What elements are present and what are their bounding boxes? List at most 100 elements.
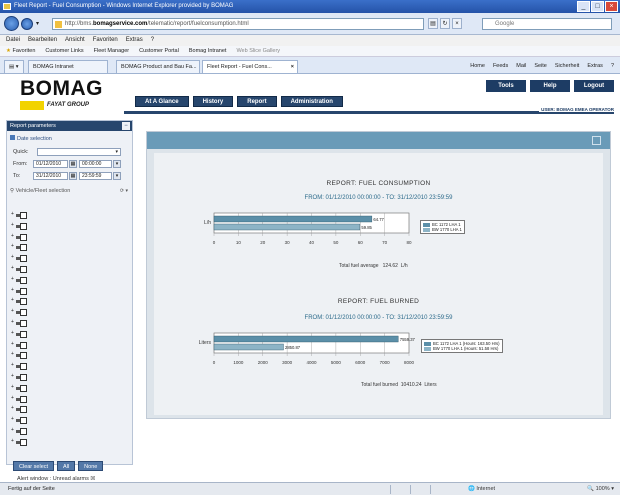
cmd-extras[interactable]: Extras: [587, 60, 603, 72]
expand-icon[interactable]: +: [11, 438, 14, 444]
vehicle-checkbox-icon[interactable]: [16, 406, 27, 414]
from-date-field[interactable]: 01/12/2010: [33, 160, 68, 168]
tab-fleet-report[interactable]: Fleet Report - Fuel Cons... ×: [202, 60, 298, 73]
vehicle-row[interactable]: +: [11, 351, 31, 360]
vehicle-row[interactable]: +: [11, 243, 31, 252]
close-button[interactable]: ×: [605, 1, 618, 12]
vehicle-checkbox-icon[interactable]: [16, 233, 27, 241]
favorites-button[interactable]: ★ Favoriten: [6, 46, 35, 56]
to-time-dropdown[interactable]: ▾: [113, 172, 121, 180]
vehicle-row[interactable]: +: [11, 222, 31, 230]
vehicle-checkbox-icon[interactable]: [16, 438, 27, 446]
expand-icon[interactable]: +: [11, 362, 14, 368]
vehicle-checkbox-icon[interactable]: [16, 341, 27, 349]
zoom-level[interactable]: 🔍 100% ▾: [587, 483, 614, 495]
vehicle-row[interactable]: +: [11, 427, 31, 435]
vehicle-row[interactable]: +: [11, 319, 31, 327]
expand-icon[interactable]: +: [11, 319, 14, 325]
vehicle-row[interactable]: +: [11, 438, 31, 446]
close-tab-icon[interactable]: ×: [291, 61, 294, 73]
refresh-icon[interactable]: ⟳ ▾: [120, 188, 128, 194]
cmd-seite[interactable]: Seite: [534, 60, 547, 72]
refresh-icon[interactable]: ↻: [440, 18, 450, 29]
dropdown-icon[interactable]: ▾: [36, 20, 39, 27]
expand-icon[interactable]: +: [11, 243, 14, 249]
from-time-dropdown[interactable]: ▾: [113, 160, 121, 168]
minimize-button[interactable]: _: [577, 1, 590, 12]
expand-icon[interactable]: +: [11, 373, 14, 379]
vehicle-row[interactable]: +: [11, 308, 31, 317]
expand-icon[interactable]: +: [11, 351, 14, 357]
expand-icon[interactable]: +: [11, 211, 14, 217]
vehicle-checkbox-icon[interactable]: [16, 395, 27, 403]
nav-at-a-glance[interactable]: At A Glance: [135, 96, 189, 107]
nav-history[interactable]: History: [192, 96, 234, 107]
menu-extras[interactable]: Extras: [126, 35, 143, 46]
expand-icon[interactable]: +: [11, 233, 14, 239]
none-button[interactable]: None: [78, 461, 104, 471]
vehicle-checkbox-icon[interactable]: [16, 384, 27, 392]
cmd-home[interactable]: Home: [470, 60, 485, 72]
vehicle-checkbox-icon[interactable]: [16, 244, 27, 252]
from-time-field[interactable]: 00:00:00: [79, 160, 112, 168]
vehicle-checkbox-icon[interactable]: [16, 374, 27, 381]
vehicle-row[interactable]: +: [11, 254, 31, 263]
expand-icon[interactable]: +: [11, 276, 14, 282]
clear-select-button[interactable]: Clear select: [13, 461, 55, 471]
fav-link-3[interactable]: Customer Portal: [139, 46, 179, 56]
vehicle-row[interactable]: +: [11, 373, 31, 381]
nav-report[interactable]: Report: [237, 96, 277, 107]
fav-link-1[interactable]: Customer Links: [45, 46, 83, 56]
tab-product[interactable]: BOMAG Product and Bau Fa...: [116, 60, 200, 73]
fav-link-2[interactable]: Fleet Manager: [94, 46, 129, 56]
vehicle-row[interactable]: +: [11, 384, 31, 392]
vehicle-checkbox-icon[interactable]: [16, 352, 27, 360]
tab-list-button[interactable]: ▤ ▾: [4, 60, 24, 73]
vehicle-checkbox-icon[interactable]: [16, 222, 27, 230]
expand-icon[interactable]: +: [11, 265, 14, 271]
vehicle-row[interactable]: +: [11, 276, 31, 284]
url-field[interactable]: http://bms.bomagservice.com/telematic/re…: [52, 18, 424, 30]
tools-button[interactable]: Tools: [486, 80, 526, 92]
cmd-sicherheit[interactable]: Sicherheit: [555, 60, 579, 72]
expand-icon[interactable]: +: [11, 222, 14, 228]
from-calendar-icon[interactable]: ▦: [69, 160, 77, 168]
stop-icon[interactable]: ×: [452, 18, 462, 29]
vehicle-checkbox-icon[interactable]: [16, 320, 27, 327]
expand-icon[interactable]: +: [11, 341, 14, 347]
fav-link-4[interactable]: Bomag Intranet: [189, 46, 227, 56]
compat-icon[interactable]: ▤: [428, 18, 438, 29]
logout-button[interactable]: Logout: [574, 80, 614, 92]
menu-datei[interactable]: Datei: [6, 35, 20, 46]
menu-bearbeiten[interactable]: Bearbeiten: [28, 35, 57, 46]
vehicle-section-header[interactable]: ⚲ Vehicle/Fleet selection: [10, 188, 70, 194]
expand-icon[interactable]: +: [11, 308, 14, 314]
nav-administration[interactable]: Administration: [280, 96, 343, 107]
tab-intranet[interactable]: BOMAG Intranet: [28, 60, 108, 73]
vehicle-row[interactable]: +: [11, 395, 31, 403]
vehicle-checkbox-icon[interactable]: [16, 255, 27, 263]
expand-icon[interactable]: +: [11, 395, 14, 401]
expand-icon[interactable]: +: [11, 297, 14, 303]
vehicle-row[interactable]: +: [11, 265, 31, 273]
expand-icon[interactable]: +: [11, 287, 14, 293]
expand-icon[interactable]: +: [11, 254, 14, 260]
expand-icon[interactable]: +: [11, 427, 14, 433]
date-section-header[interactable]: Date selection: [10, 135, 52, 142]
vehicle-row[interactable]: +: [11, 341, 31, 349]
vehicle-checkbox-icon[interactable]: [16, 363, 27, 371]
maximize-button[interactable]: □: [591, 1, 604, 12]
to-date-field[interactable]: 31/12/2010: [33, 172, 68, 180]
help-button[interactable]: Help: [530, 80, 570, 92]
vehicle-row[interactable]: +: [11, 416, 31, 425]
cmd-mail[interactable]: Mail: [516, 60, 526, 72]
expand-icon[interactable]: [592, 136, 601, 145]
menu-favoriten[interactable]: Favoriten: [93, 35, 118, 46]
search-input[interactable]: Google: [482, 18, 612, 30]
collapse-icon[interactable]: −: [122, 122, 130, 130]
back-button[interactable]: [4, 16, 19, 31]
vehicle-checkbox-icon[interactable]: [16, 298, 27, 306]
vehicle-row[interactable]: +: [11, 330, 31, 338]
cmd-feeds[interactable]: Feeds: [493, 60, 508, 72]
vehicle-row[interactable]: +: [11, 287, 31, 295]
